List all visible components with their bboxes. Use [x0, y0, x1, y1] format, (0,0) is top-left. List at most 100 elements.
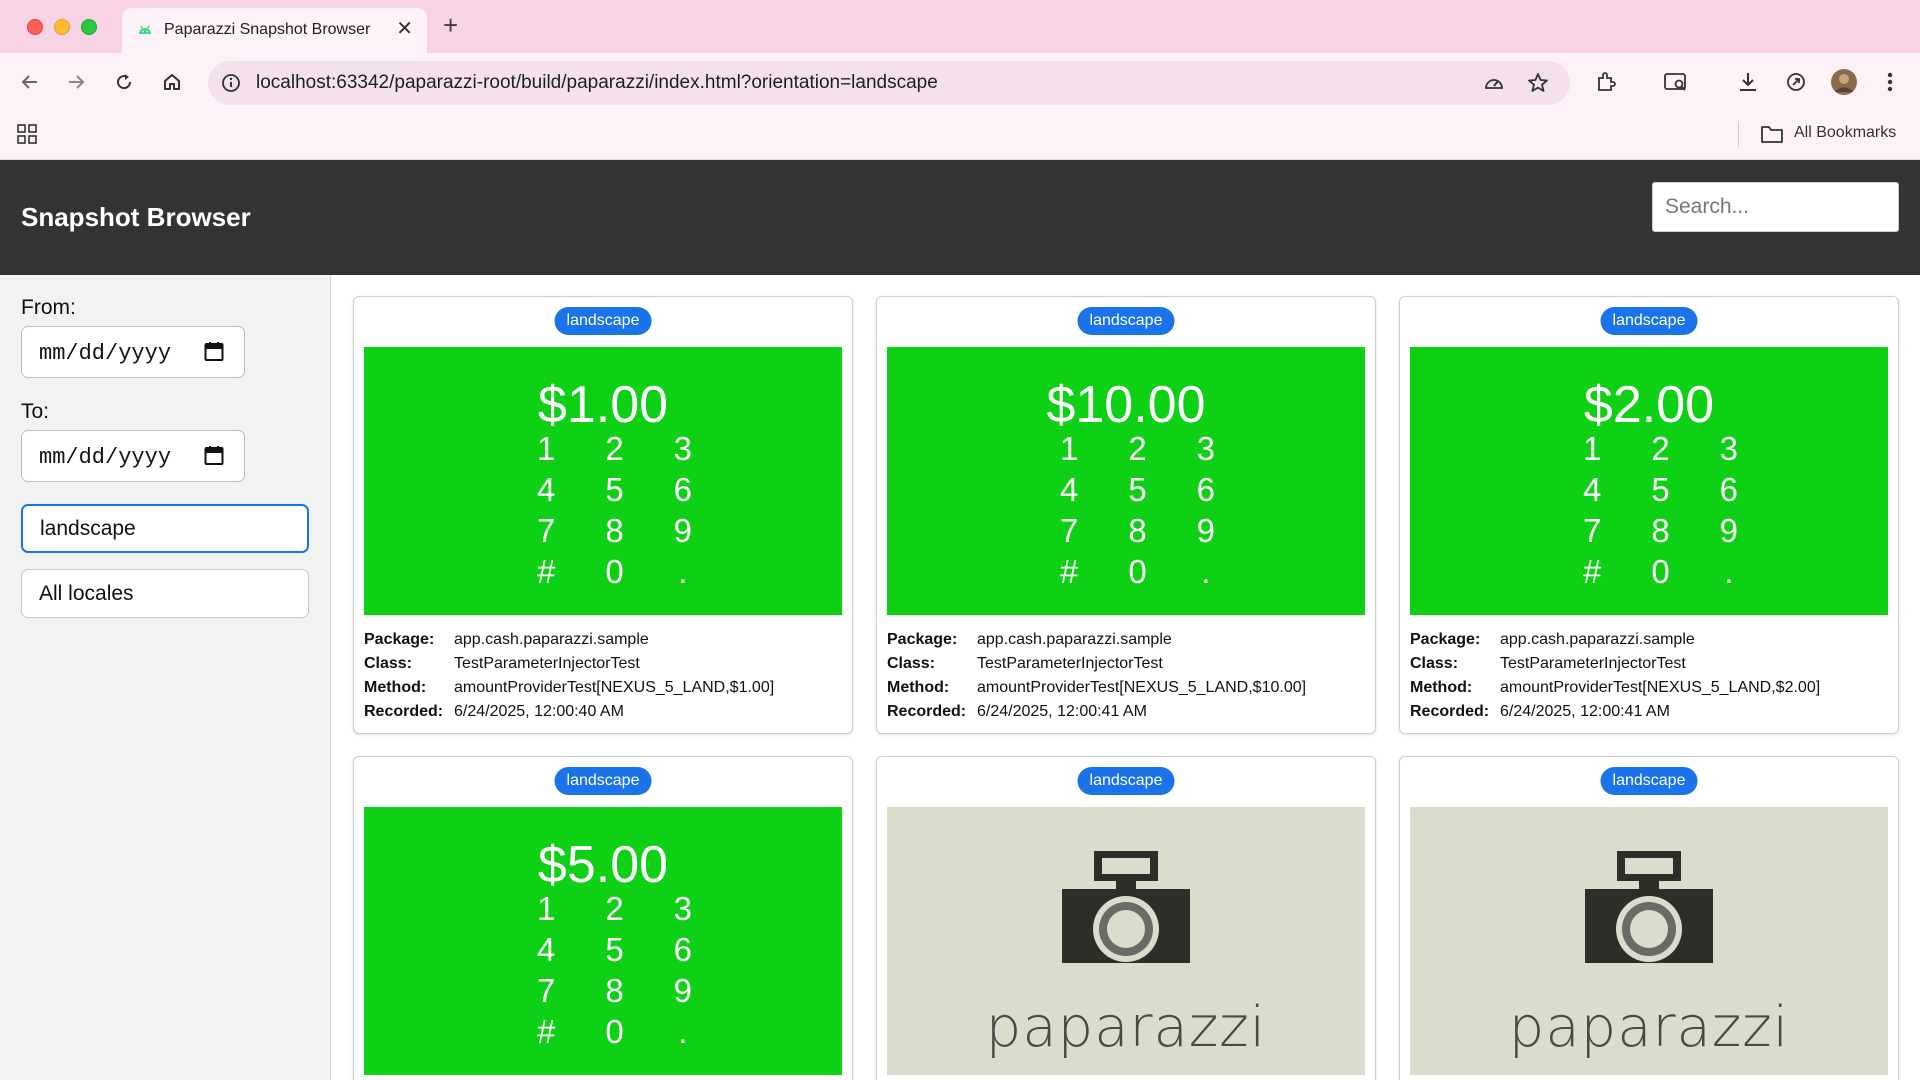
keypad-key: 6 [1719, 471, 1738, 508]
keypad-key: 2 [605, 430, 624, 467]
snapshot-card[interactable]: landscape $1.00 1 2 3 4 5 6 7 8 9 # 0 . … [353, 296, 853, 734]
package-label: Package: [364, 631, 435, 648]
locale-select[interactable]: All locales [21, 569, 309, 618]
window-maximize-button[interactable] [81, 19, 97, 35]
keypad-key: 7 [1059, 512, 1079, 549]
reload-icon[interactable] [108, 66, 140, 98]
snapshot-image[interactable]: $2.00 1 2 3 4 5 6 7 8 9 # 0 . [1410, 347, 1888, 615]
keypad-key: 7 [536, 512, 556, 549]
orientation-filter-input[interactable] [21, 504, 309, 553]
snapshot-image[interactable]: $5.00 1 2 3 4 5 6 7 8 9 # 0 . [364, 807, 842, 1075]
recorded-label: Recorded: [1410, 703, 1490, 720]
keypad-key: 7 [1582, 512, 1602, 549]
from-date-value: mm/dd/yyyy [39, 341, 172, 366]
orientation-badge: landscape [1077, 767, 1175, 795]
close-tab-icon[interactable]: ✕ [396, 17, 413, 41]
package-label: Package: [1410, 631, 1481, 648]
address-bar[interactable]: localhost:63342/paparazzi-root/build/pap… [208, 61, 1570, 105]
profile-avatar[interactable] [1828, 66, 1860, 98]
recorded-value: 6/24/2025, 12:00:41 AM [1500, 703, 1670, 720]
keypad-key: 1 [1582, 430, 1602, 467]
snapshot-image[interactable]: paparazzi [1410, 807, 1888, 1075]
keypad-key: 3 [673, 430, 692, 467]
keypad-key: 1 [536, 430, 556, 467]
recorded-label: Recorded: [364, 703, 444, 720]
snapshot-card[interactable]: landscape paparazzi [876, 756, 1376, 1080]
from-date-input[interactable]: mm/dd/yyyy [21, 326, 245, 378]
keypad-key: . [678, 553, 688, 590]
to-date-value: mm/dd/yyyy [39, 445, 172, 470]
snapshot-card[interactable]: landscape $2.00 1 2 3 4 5 6 7 8 9 # 0 . … [1399, 296, 1899, 734]
keypad-key: . [1201, 553, 1211, 590]
calendar-icon[interactable] [204, 445, 224, 466]
forward-icon[interactable] [60, 66, 92, 98]
window-minimize-button[interactable] [54, 19, 70, 35]
keypad-key: 5 [605, 931, 624, 968]
class-value: TestParameterInjectorTest [977, 655, 1163, 672]
package-label: Package: [887, 631, 958, 648]
locale-select-value: All locales [39, 581, 134, 605]
keypad-key: 3 [1196, 430, 1215, 467]
app-header: Snapshot Browser [0, 160, 1920, 275]
snapshot-image[interactable]: $1.00 1 2 3 4 5 6 7 8 9 # 0 . [364, 347, 842, 615]
snapshot-metadata: Package: app.cash.paparazzi.sample Class:… [364, 628, 774, 724]
orientation-badge: landscape [1600, 307, 1698, 335]
menu-kebab-icon[interactable] [1874, 66, 1906, 98]
search-input[interactable] [1652, 182, 1899, 232]
browser-tab[interactable]: Paparazzi Snapshot Browser ✕ [122, 8, 427, 53]
keypad-key: 0 [605, 553, 624, 590]
keypad-key: 0 [1651, 553, 1670, 590]
keypad-key: # [1059, 553, 1079, 590]
keypad-key: 5 [605, 471, 624, 508]
from-label: From: [21, 296, 76, 319]
snapshot-card[interactable]: landscape $5.00 1 2 3 4 5 6 7 8 9 # 0 . [353, 756, 853, 1080]
url-text: localhost:63342/paparazzi-root/build/pap… [256, 72, 938, 93]
keypad-key: 9 [673, 972, 692, 1009]
sync-icon[interactable] [1780, 66, 1812, 98]
method-value: amountProviderTest[NEXUS_5_LAND,$2.00] [1500, 679, 1821, 696]
recorded-value: 6/24/2025, 12:00:41 AM [977, 703, 1147, 720]
to-date-input[interactable]: mm/dd/yyyy [21, 430, 245, 482]
method-label: Method: [1410, 679, 1473, 696]
keypad-key: 5 [1651, 471, 1670, 508]
keypad-key: . [1724, 553, 1734, 590]
keypad-key: 5 [1128, 471, 1147, 508]
method-value: amountProviderTest[NEXUS_5_LAND,$10.00] [977, 679, 1307, 696]
keypad-key: 8 [605, 972, 624, 1009]
keypad-key: 9 [1719, 512, 1738, 549]
extensions-icon[interactable] [1590, 66, 1622, 98]
apps-grid-icon[interactable] [16, 123, 38, 145]
calendar-icon[interactable] [204, 341, 224, 362]
filter-sidebar: From: mm/dd/yyyy To: mm/dd/yyyy All loca… [0, 275, 331, 1080]
package-value: app.cash.paparazzi.sample [1500, 631, 1695, 648]
bookmarks-bar: All Bookmarks [0, 111, 1920, 160]
new-tab-button[interactable]: + [443, 11, 458, 39]
download-icon[interactable] [1732, 66, 1764, 98]
snapshot-image[interactable]: $10.00 1 2 3 4 5 6 7 8 9 # 0 . [887, 347, 1365, 615]
bookmark-star-icon[interactable] [1526, 71, 1550, 95]
bookmarks-divider [1738, 121, 1739, 147]
window-close-button[interactable] [27, 19, 43, 35]
paparazzi-logo-text: paparazzi [985, 995, 1267, 1060]
folder-icon[interactable] [1760, 123, 1784, 145]
keypad-key: 2 [1128, 430, 1147, 467]
browser-toolbar: localhost:63342/paparazzi-root/build/pap… [0, 53, 1920, 111]
keypad-key: 2 [605, 890, 624, 927]
performance-icon[interactable] [1482, 71, 1506, 95]
snapshot-card[interactable]: landscape paparazzi [1399, 756, 1899, 1080]
all-bookmarks-link[interactable]: All Bookmarks [1794, 124, 1896, 142]
recorded-label: Recorded: [887, 703, 967, 720]
snapshot-image[interactable]: paparazzi [887, 807, 1365, 1075]
keypad-key: 1 [1059, 430, 1079, 467]
snapshot-metadata: Package: app.cash.paparazzi.sample Class:… [1410, 628, 1820, 724]
back-icon[interactable] [14, 66, 46, 98]
site-info-icon[interactable] [220, 72, 242, 94]
class-label: Class: [887, 655, 936, 672]
keypad-key: 0 [605, 1013, 624, 1050]
snapshot-card[interactable]: landscape $10.00 1 2 3 4 5 6 7 8 9 # 0 .… [876, 296, 1376, 734]
orientation-badge: landscape [1077, 307, 1175, 335]
home-icon[interactable] [156, 66, 188, 98]
amount-text: $2.00 [1583, 376, 1715, 434]
snapshot-metadata: Package: app.cash.paparazzi.sample Class:… [887, 628, 1306, 724]
tab-search-icon[interactable] [1660, 66, 1692, 98]
